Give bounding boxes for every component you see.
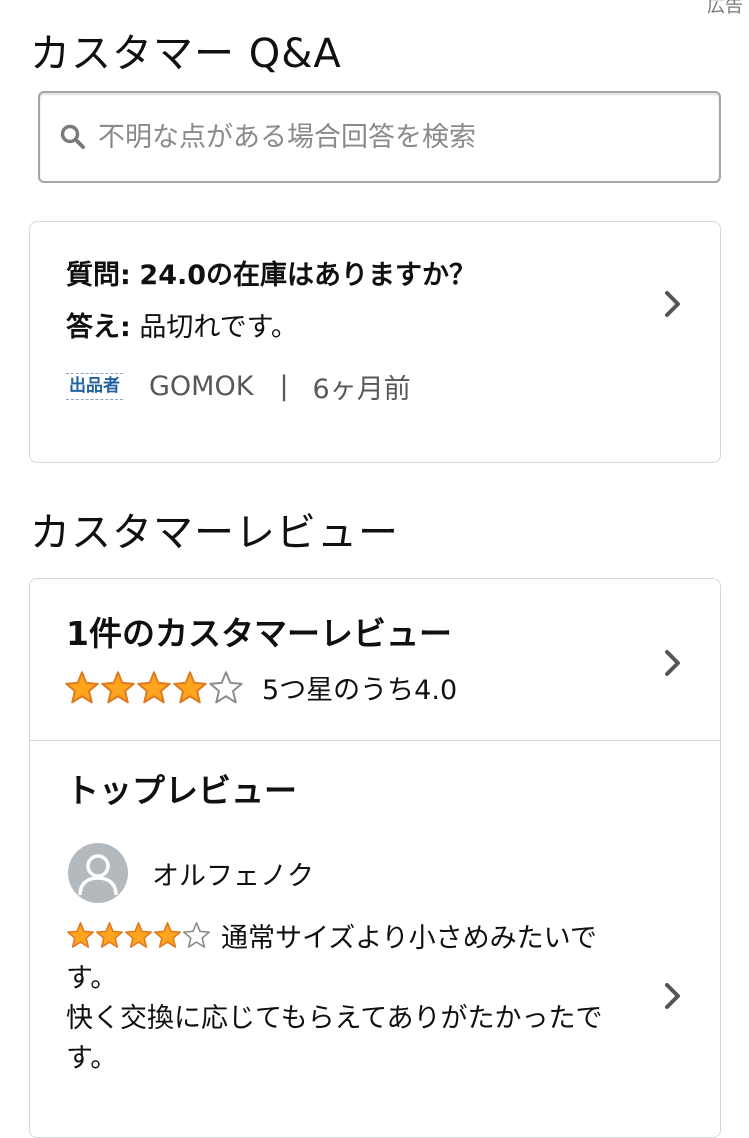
- review-star-rating: [66, 921, 211, 950]
- avatar: [68, 843, 128, 903]
- user-icon: [78, 854, 118, 896]
- ad-label: 広告: [707, 0, 743, 17]
- answer-meta: 出品者 GOMOK | 6ヶ月前: [66, 367, 411, 406]
- summary-rating: 5つ星のうち4.0: [64, 668, 457, 707]
- rating-text: 5つ星のうち4.0: [262, 675, 458, 706]
- summary-star-rating: [64, 670, 244, 706]
- top-reviews-title: トップレビュー: [66, 771, 297, 810]
- qa-search-box[interactable]: [38, 91, 721, 183]
- answer-time: 6ヶ月前: [312, 374, 411, 405]
- review-count: 1件のカスタマーレビュー: [66, 614, 452, 653]
- question-text: 24.0の在庫はありますか？: [139, 260, 477, 291]
- reviews-section-title: カスタマーレビュー: [30, 510, 399, 556]
- answerer-name: GOMOK: [149, 371, 254, 402]
- star-filled-icon: [101, 670, 135, 703]
- question-line: 質問: 24.0の在庫はありますか？: [66, 262, 476, 289]
- star-filled-icon: [96, 922, 123, 948]
- star-filled-icon: [67, 922, 94, 948]
- review-summary-row[interactable]: 1件のカスタマーレビュー 5つ星のうち4.0: [30, 579, 720, 741]
- meta-separator: |: [279, 371, 289, 402]
- reviewer: オルフェノク: [68, 843, 314, 903]
- star-filled-icon: [65, 670, 99, 703]
- review-card: 1件のカスタマーレビュー 5つ星のうち4.0 トップレビュー オルフェノク 通常…: [29, 578, 721, 1138]
- answer-line: 答え: 品切れです。: [66, 314, 298, 341]
- search-icon: [60, 124, 85, 149]
- qa-search-input[interactable]: [98, 121, 678, 153]
- chevron-right-icon[interactable]: [664, 649, 682, 677]
- seller-badge: 出品者: [66, 373, 123, 400]
- reviewer-name: オルフェノク: [152, 860, 314, 892]
- star-filled-icon: [154, 922, 181, 948]
- question-label: 質問:: [66, 260, 131, 291]
- answer-text: 品切れです。: [139, 312, 298, 343]
- chevron-right-icon[interactable]: [664, 290, 682, 318]
- qa-question-card[interactable]: 質問: 24.0の在庫はありますか？ 答え: 品切れです。 出品者 GOMOK …: [29, 221, 721, 463]
- star-empty-icon: [209, 670, 243, 703]
- star-filled-icon: [137, 670, 171, 703]
- star-filled-icon: [125, 922, 152, 948]
- chevron-right-icon[interactable]: [664, 982, 682, 1010]
- review-text-line2: 快く交換に応じてもらえてありがたかったです。: [66, 1003, 603, 1074]
- answer-label: 答え:: [66, 312, 131, 343]
- review-text-line1: 通常サイズより小さめみたいです。: [66, 919, 646, 999]
- review-body[interactable]: 通常サイズより小さめみたいです。 快く交換に応じてもらえてありがたかったです。: [66, 919, 646, 1079]
- star-empty-icon: [183, 922, 210, 948]
- qa-section-title: カスタマー Q&A: [30, 31, 342, 77]
- star-filled-icon: [173, 670, 207, 703]
